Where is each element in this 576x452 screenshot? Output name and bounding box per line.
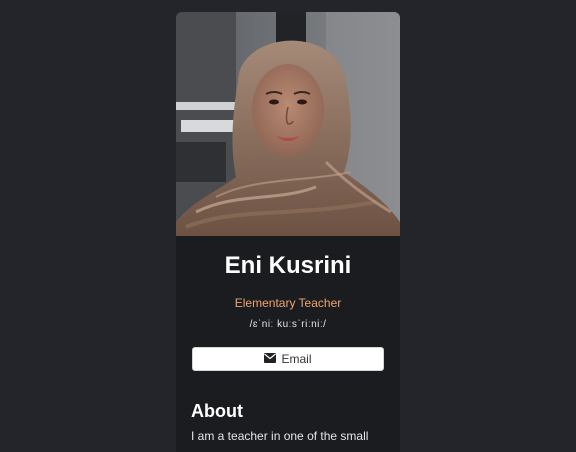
about-heading: About [191,401,243,421]
profile-card: Eni Kusrini Elementary Teacher /ɛˈniː ku… [176,12,400,452]
envelope-icon [264,350,277,368]
email-button[interactable]: Email [192,347,384,371]
about-text: I am a teacher in one of the small [191,429,369,443]
profile-role: Elementary Teacher [234,296,342,310]
name-pronunciation: /ɛˈniː kuːsˈriːniː/ [249,319,327,330]
profile-name: Eni Kusrini [224,252,352,279]
profile-photo [176,12,400,236]
email-button-label: Email [281,352,312,366]
